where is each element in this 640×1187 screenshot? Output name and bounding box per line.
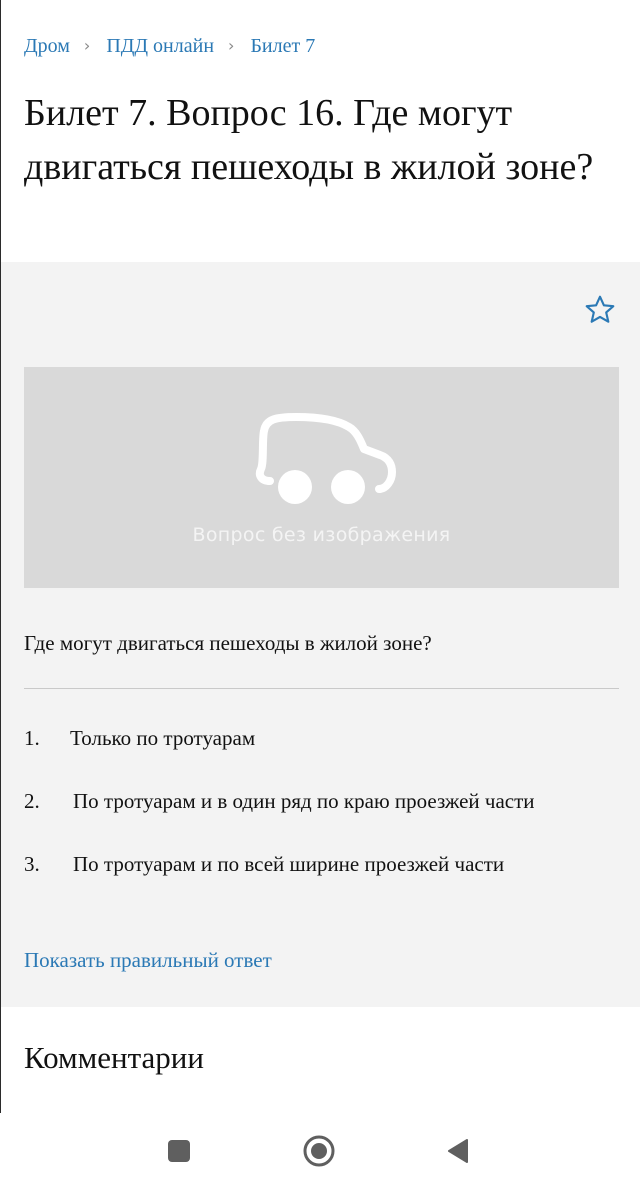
answer-option-3[interactable]: 3. По тротуарам и по всей ширине проезже…	[24, 850, 504, 878]
breadcrumb-link-ticket[interactable]: Билет 7	[250, 33, 315, 59]
system-navigation-bar	[0, 1113, 640, 1187]
show-correct-answer-link[interactable]: Показать правильный ответ	[24, 946, 272, 974]
page: Дром › ПДД онлайн › Билет 7 Билет 7. Воп…	[0, 0, 640, 1113]
answer-text: По тротуарам и в один ряд по краю проезж…	[73, 789, 535, 813]
answer-option-2[interactable]: 2. По тротуарам и в один ряд по краю про…	[24, 787, 535, 815]
recents-button[interactable]	[161, 1133, 197, 1169]
breadcrumb-separator-icon: ›	[228, 36, 235, 55]
page-title: Билет 7. Вопрос 16. Где могут двигаться …	[24, 92, 594, 188]
answer-number: 1.	[24, 726, 40, 750]
no-image-text: Вопрос без изображения	[192, 524, 451, 546]
back-button[interactable]	[440, 1133, 476, 1169]
answer-option-1[interactable]: 1. Только по тротуарам	[24, 724, 255, 752]
breadcrumb-link-drom[interactable]: Дром	[24, 33, 70, 59]
square-icon	[168, 1140, 190, 1162]
comments-heading: Комментарии	[24, 1040, 204, 1075]
question-text: Где могут двигаться пешеходы в жилой зон…	[24, 631, 432, 655]
breadcrumb-link-pdd-online[interactable]: ПДД онлайн	[106, 33, 214, 59]
circle-home-icon	[303, 1135, 335, 1167]
answer-text: По тротуарам и по всей ширине проезжей ч…	[73, 852, 505, 876]
car-placeholder-icon	[255, 413, 396, 504]
home-button[interactable]	[301, 1133, 337, 1169]
answer-text: Только по тротуарам	[70, 726, 256, 750]
answer-number: 3.	[24, 852, 40, 876]
triangle-back-icon	[448, 1139, 468, 1163]
question-card: Вопрос без изображения Где могут двигать…	[1, 262, 640, 1007]
no-image-placeholder: Вопрос без изображения	[24, 367, 619, 588]
breadcrumb: Дром › ПДД онлайн › Билет 7	[24, 33, 315, 59]
divider	[24, 688, 619, 689]
star-outline-icon[interactable]	[583, 293, 617, 327]
answer-number: 2.	[24, 789, 40, 813]
breadcrumb-separator-icon: ›	[83, 36, 91, 55]
